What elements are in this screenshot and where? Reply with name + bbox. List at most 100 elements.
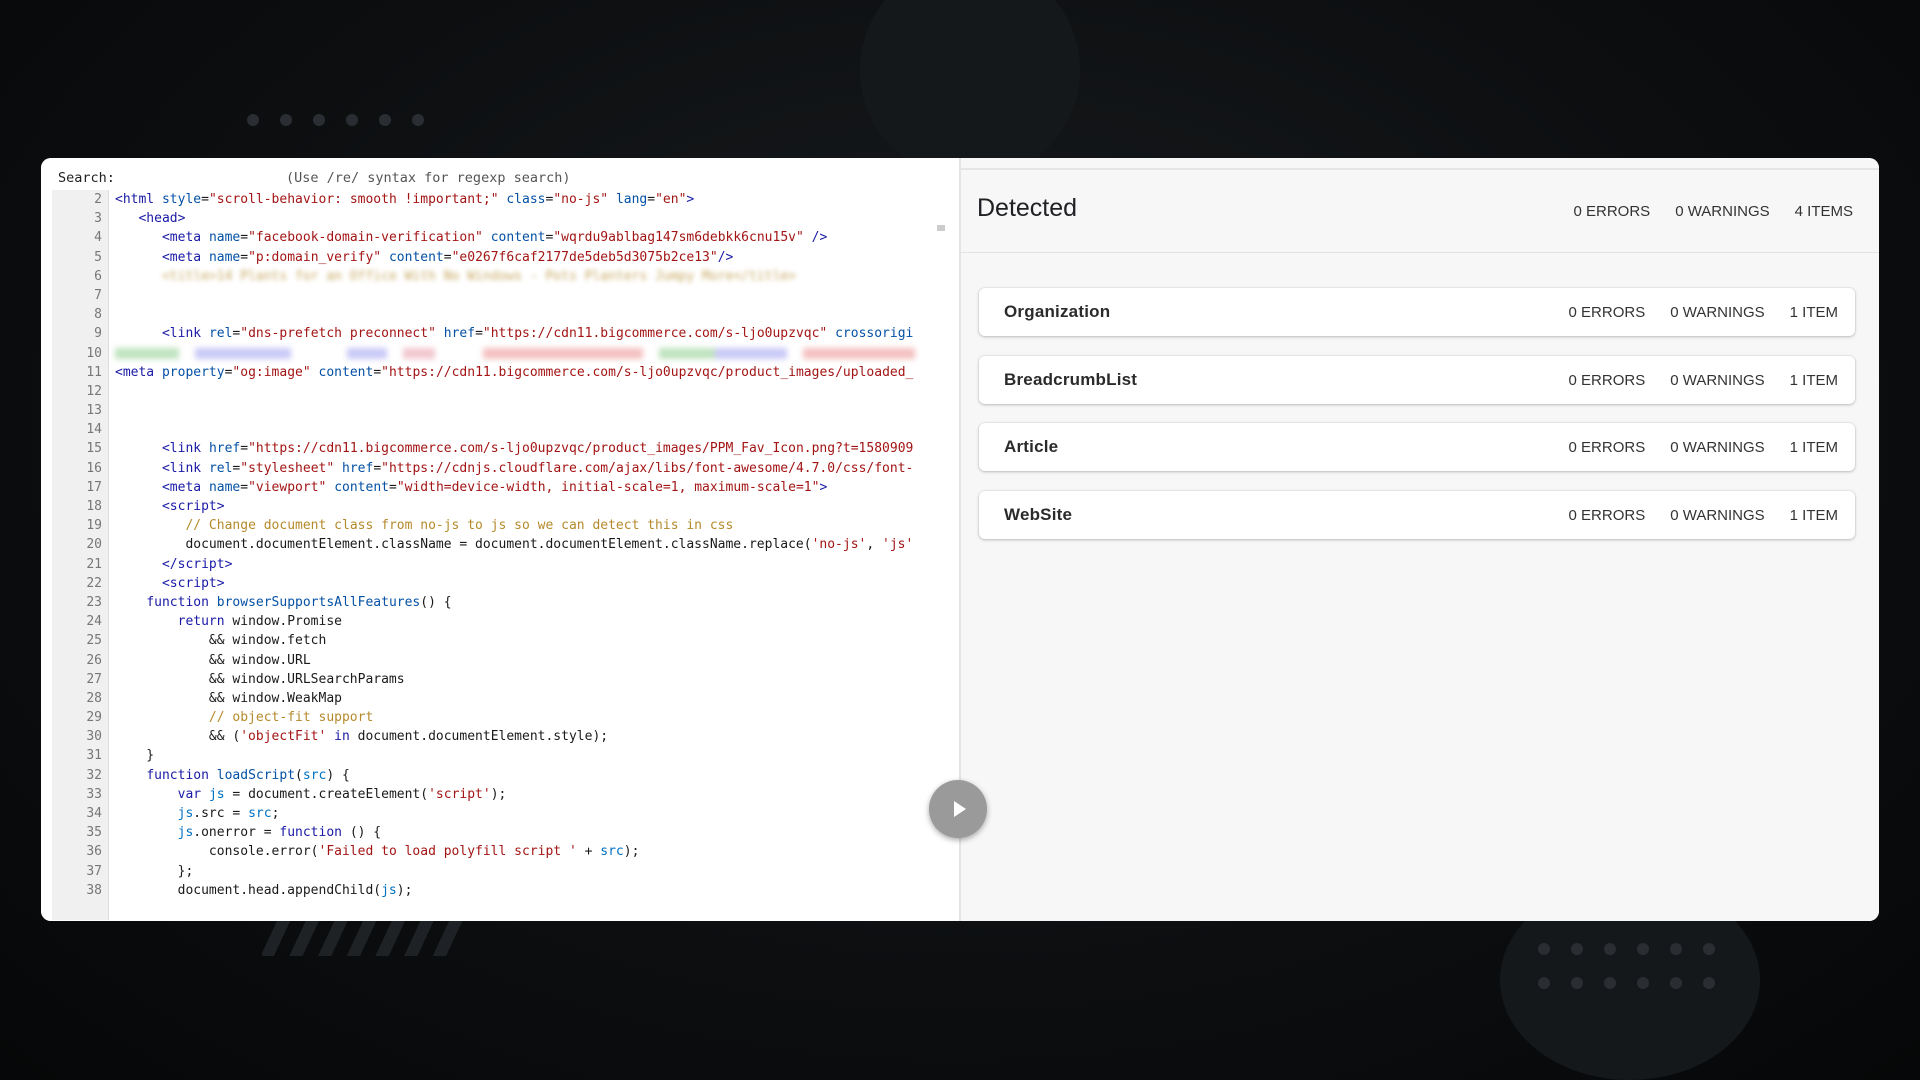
code-line: 13 — [52, 401, 948, 420]
code-line: 5 <meta name="p:domain_verify" content="… — [52, 248, 948, 267]
search-row: Search: (Use /re/ syntax for regexp sear… — [58, 168, 959, 190]
code-line: 28 && window.WeakMap — [52, 689, 948, 708]
result-card-website[interactable]: WebSite 0 ERRORS 0 WARNINGS 1 ITEM — [979, 491, 1855, 539]
line-text: console.error('Failed to load polyfill s… — [115, 844, 640, 860]
code-line: 6 <title>14 Plants for an Office With No… — [52, 267, 948, 286]
total-warnings: 0 WARNINGS — [1675, 203, 1770, 220]
line-number: 11 — [86, 364, 102, 380]
line-text: <script> — [161, 575, 225, 591]
background-dot — [1538, 977, 1550, 989]
line-number: 18 — [86, 499, 102, 514]
card-stats: 0 ERRORS 0 WARNINGS 1 ITEM — [1569, 304, 1838, 321]
line-number: 32 — [86, 767, 102, 783]
code-line: 25 && window.fetch — [52, 631, 948, 650]
line-number: 26 — [86, 652, 102, 668]
line-number: 7 — [94, 287, 102, 303]
total-errors: 0 ERRORS — [1573, 203, 1651, 220]
card-errors: 0 ERRORS — [1568, 372, 1646, 389]
background-dot — [379, 114, 391, 126]
code-line: 35 js.onerror = function () { — [52, 823, 948, 842]
line-number: 24 — [86, 614, 102, 630]
background-blob — [860, 0, 1080, 180]
search-input[interactable] — [118, 168, 302, 188]
line-number: 4 — [94, 230, 102, 246]
card-stats: 0 ERRORS 0 WARNINGS 1 ITEM — [1569, 439, 1838, 456]
background-dot — [1637, 977, 1649, 989]
card-items: 1 ITEM — [1789, 439, 1838, 456]
card-name: BreadcrumbList — [1004, 370, 1138, 389]
line-text: var js = document.createElement('script'… — [177, 786, 507, 802]
card-stats: 0 ERRORS 0 WARNINGS 1 ITEM — [1569, 372, 1838, 389]
line-text: <link href="https://cdn11.bigcommerce.co… — [161, 441, 914, 457]
result-card-article[interactable]: Article 0 ERRORS 0 WARNINGS 1 ITEM — [979, 423, 1855, 471]
line-number: 17 — [86, 479, 102, 495]
results-panel: Detected 0 ERRORS 0 WARNINGS 4 ITEMS Org… — [961, 158, 1879, 921]
line-number: 3 — [94, 211, 102, 227]
line-number: 33 — [86, 786, 102, 802]
results-summary: 0 ERRORS 0 WARNINGS 4 ITEMS — [1574, 203, 1854, 220]
play-icon[interactable] — [929, 780, 987, 838]
code-editor[interactable]: 2 <html style="scroll-behavior: smooth !i… — [52, 190, 948, 920]
search-label: Search: — [58, 170, 115, 186]
line-number: 22 — [86, 575, 102, 591]
background-dot — [346, 114, 358, 126]
card-stats: 0 ERRORS 0 WARNINGS 1 ITEM — [1569, 507, 1838, 524]
line-number: 38 — [86, 882, 102, 898]
code-line: 16 <link rel="stylesheet" href="https://… — [52, 459, 948, 478]
results-header: Detected 0 ERRORS 0 WARNINGS 4 ITEMS — [961, 170, 1879, 253]
line-text: function loadScript(src) { — [146, 767, 350, 783]
code-line: 2 <html style="scroll-behavior: smooth !i… — [52, 190, 948, 209]
card-errors: 0 ERRORS — [1568, 304, 1646, 321]
card-items: 1 ITEM — [1789, 372, 1838, 389]
line-text: <title>14 Plants for an Office With No W… — [161, 268, 796, 284]
redacted-line — [115, 347, 915, 359]
line-text: <link rel="dns-prefetch preconnect" href… — [161, 326, 914, 342]
code-line: 20 document.documentElement.className = … — [52, 535, 948, 554]
line-number: 12 — [86, 383, 102, 399]
card-name: Article — [1004, 437, 1059, 456]
code-panel: Search: (Use /re/ syntax for regexp sear… — [41, 158, 959, 921]
line-text: && window.URL — [115, 652, 311, 668]
line-text: </script> — [161, 556, 233, 572]
line-text: && ('objectFit' in document.documentElem… — [115, 729, 609, 745]
line-text: <html style="scroll-behavior: smooth !im… — [115, 192, 695, 207]
result-card-breadcrumblist[interactable]: BreadcrumbList 0 ERRORS 0 WARNINGS 1 ITE… — [979, 356, 1855, 404]
code-line: 14 — [52, 420, 948, 439]
code-line: 23 function browserSupportsAllFeatures()… — [52, 593, 948, 612]
total-items: 4 ITEMS — [1794, 203, 1853, 220]
line-number: 15 — [86, 441, 102, 457]
code-lines: 2 <html style="scroll-behavior: smooth !i… — [52, 190, 948, 900]
card-errors: 0 ERRORS — [1568, 439, 1646, 456]
code-line: 37 }; — [52, 862, 948, 881]
line-number: 28 — [86, 690, 102, 706]
line-number: 6 — [94, 268, 102, 284]
result-card-organization[interactable]: Organization 0 ERRORS 0 WARNINGS 1 ITEM — [979, 288, 1855, 336]
line-text: document.head.appendChild(js); — [115, 882, 413, 898]
code-line: 24 return window.Promise — [52, 612, 948, 631]
code-line: 4 <meta name="facebook-domain-verificati… — [52, 228, 948, 247]
code-line: 11 <meta property="og:image" content="htt… — [52, 363, 948, 382]
line-number: 20 — [86, 537, 102, 553]
code-line: 17 <meta name="viewport" content="width=… — [52, 478, 948, 497]
line-number: 29 — [86, 710, 102, 726]
line-text: <script> — [161, 499, 225, 514]
background-dot — [1604, 977, 1616, 989]
line-text: function browserSupportsAllFeatures() { — [146, 594, 452, 610]
line-number: 34 — [86, 806, 102, 821]
background-dot — [1703, 943, 1715, 955]
code-line: 10 — [52, 344, 948, 363]
background-dot — [1538, 943, 1550, 955]
background-dot — [412, 114, 424, 126]
line-number: 21 — [86, 556, 102, 572]
code-line: 22 <script> — [52, 574, 948, 593]
code-line: 15 <link href="https://cdn11.bigcommerce… — [52, 439, 948, 458]
code-line: 8 — [52, 305, 948, 324]
editor-scrollbar[interactable] — [937, 225, 945, 231]
background-dot — [1604, 943, 1616, 955]
line-number: 10 — [86, 345, 102, 361]
line-number: 35 — [86, 825, 102, 841]
card-name: Organization — [1004, 302, 1111, 321]
code-line: 27 && window.URLSearchParams — [52, 670, 948, 689]
line-number: 37 — [86, 863, 102, 879]
line-number: 23 — [86, 594, 102, 610]
